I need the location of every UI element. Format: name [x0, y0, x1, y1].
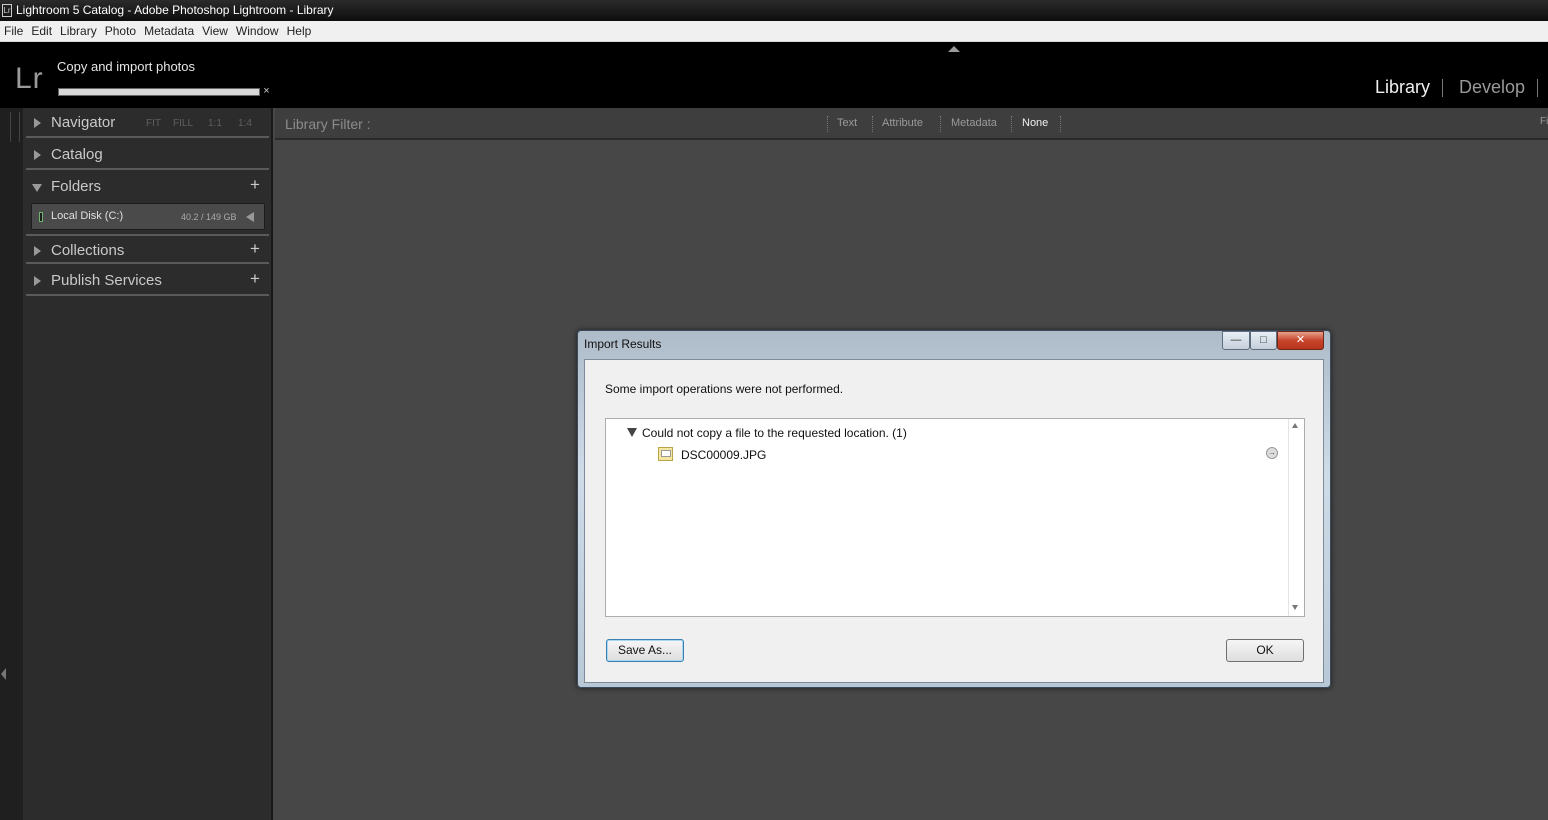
maximize-button[interactable]: □ [1250, 331, 1277, 350]
menu-file[interactable]: File [0, 21, 27, 41]
dialog-title: Import Results [584, 337, 662, 351]
collections-label: Collections [51, 242, 125, 259]
dialog-message: Some import operations were not performe… [605, 382, 844, 396]
menu-bar: File Edit Library Photo Metadata View Window He… [0, 21, 1548, 42]
navigator-label: Navigator [51, 114, 116, 131]
menu-edit[interactable]: Edit [27, 21, 56, 41]
volume-name: Local Disk (C:) [51, 210, 124, 222]
left-panel-edge [0, 108, 23, 820]
left-panel: Navigator FIT FILL 1:1 1:4 Catalog Folde… [23, 108, 273, 820]
filter-divider [827, 116, 828, 132]
menu-library[interactable]: Library [56, 21, 101, 41]
disk-status-icon [39, 212, 43, 222]
lightroom-logo: Lr [15, 62, 44, 95]
module-develop[interactable]: Develop [1459, 77, 1525, 98]
list-scrollbar[interactable] [1288, 419, 1304, 616]
library-filter-bar: Library Filter : Text Attribute Metadata… [275, 108, 1548, 140]
filter-attribute[interactable]: Attribute [882, 117, 923, 129]
window-title-bar: Lr Lightroom 5 Catalog - Adobe Photoshop… [0, 0, 1548, 21]
collapse-triangle-icon[interactable] [32, 184, 42, 192]
module-divider [1442, 79, 1443, 97]
dialog-body: Some import operations were not performe… [584, 359, 1324, 683]
cancel-progress-icon[interactable]: × [261, 86, 272, 97]
publish-services-label: Publish Services [51, 272, 162, 289]
expand-triangle-icon[interactable] [34, 150, 41, 160]
navigator-header[interactable]: Navigator FIT FILL 1:1 1:4 [26, 108, 269, 138]
window-title: Lightroom 5 Catalog - Adobe Photoshop Li… [16, 3, 334, 17]
folders-label: Folders [51, 178, 102, 195]
menu-help[interactable]: Help [283, 21, 316, 41]
folders-header[interactable]: Folders + [26, 172, 269, 202]
zoom-fit[interactable]: FIT [146, 118, 161, 129]
zoom-1-4[interactable]: 1:4 [238, 118, 252, 129]
filter-divider [940, 116, 941, 132]
filter-right-truncated[interactable]: Fi [1540, 116, 1548, 127]
reveal-arrow-icon[interactable]: → [1266, 447, 1278, 459]
volume-local-disk[interactable]: Local Disk (C:) 40.2 / 149 GB [31, 203, 265, 230]
file-list-item[interactable]: DSC00009.JPG [681, 448, 766, 462]
zoom-fill[interactable]: FILL [173, 118, 193, 129]
error-group-label: Could not copy a file to the requested l… [642, 426, 907, 440]
expand-triangle-icon[interactable] [34, 276, 41, 286]
collapse-group-icon[interactable] [627, 428, 637, 437]
image-file-icon [658, 447, 673, 461]
catalog-header[interactable]: Catalog [26, 140, 269, 170]
collections-header[interactable]: Collections + [26, 234, 269, 264]
collapse-left-panel-icon[interactable] [1, 668, 6, 680]
module-divider [1537, 79, 1538, 97]
import-progress-bar [58, 88, 260, 96]
menu-metadata[interactable]: Metadata [140, 21, 198, 41]
panel-grip[interactable] [10, 112, 20, 142]
scroll-down-icon[interactable] [1292, 605, 1298, 610]
volume-expand-icon[interactable] [246, 212, 254, 222]
ok-button[interactable]: OK [1226, 639, 1304, 662]
menu-window[interactable]: Window [232, 21, 283, 41]
collapse-top-panel-icon[interactable] [948, 46, 960, 52]
lightroom-app-icon: Lr [2, 4, 12, 17]
scroll-up-icon[interactable] [1292, 423, 1298, 428]
zoom-1-1[interactable]: 1:1 [208, 118, 222, 129]
add-collection-icon[interactable]: + [250, 239, 260, 259]
save-as-button[interactable]: Save As... [606, 639, 684, 662]
results-list[interactable]: Could not copy a file to the requested l… [605, 418, 1305, 617]
close-button[interactable]: ✕ [1277, 331, 1324, 350]
filter-text[interactable]: Text [837, 117, 857, 129]
filter-divider [872, 116, 873, 132]
menu-view[interactable]: View [198, 21, 232, 41]
filter-metadata[interactable]: Metadata [951, 117, 997, 129]
filter-none[interactable]: None [1022, 117, 1048, 129]
import-progress-fill [59, 89, 259, 95]
top-panel: Lr Copy and import photos × Library Deve… [0, 42, 1548, 108]
expand-triangle-icon[interactable] [34, 246, 41, 256]
catalog-label: Catalog [51, 146, 103, 163]
filter-divider [1011, 116, 1012, 132]
volume-size: 40.2 / 149 GB [181, 212, 237, 222]
progress-label: Copy and import photos [57, 59, 196, 74]
import-results-dialog: Import Results — □ ✕ Some import operati… [577, 330, 1331, 688]
module-library[interactable]: Library [1375, 77, 1430, 98]
expand-triangle-icon[interactable] [34, 118, 41, 128]
library-filter-label: Library Filter : [285, 116, 371, 132]
minimize-button[interactable]: — [1222, 331, 1250, 350]
filter-divider [1060, 116, 1061, 132]
publish-services-header[interactable]: Publish Services + [26, 266, 269, 296]
menu-photo[interactable]: Photo [101, 21, 140, 41]
add-publish-service-icon[interactable]: + [250, 269, 260, 289]
add-folder-icon[interactable]: + [250, 175, 260, 195]
